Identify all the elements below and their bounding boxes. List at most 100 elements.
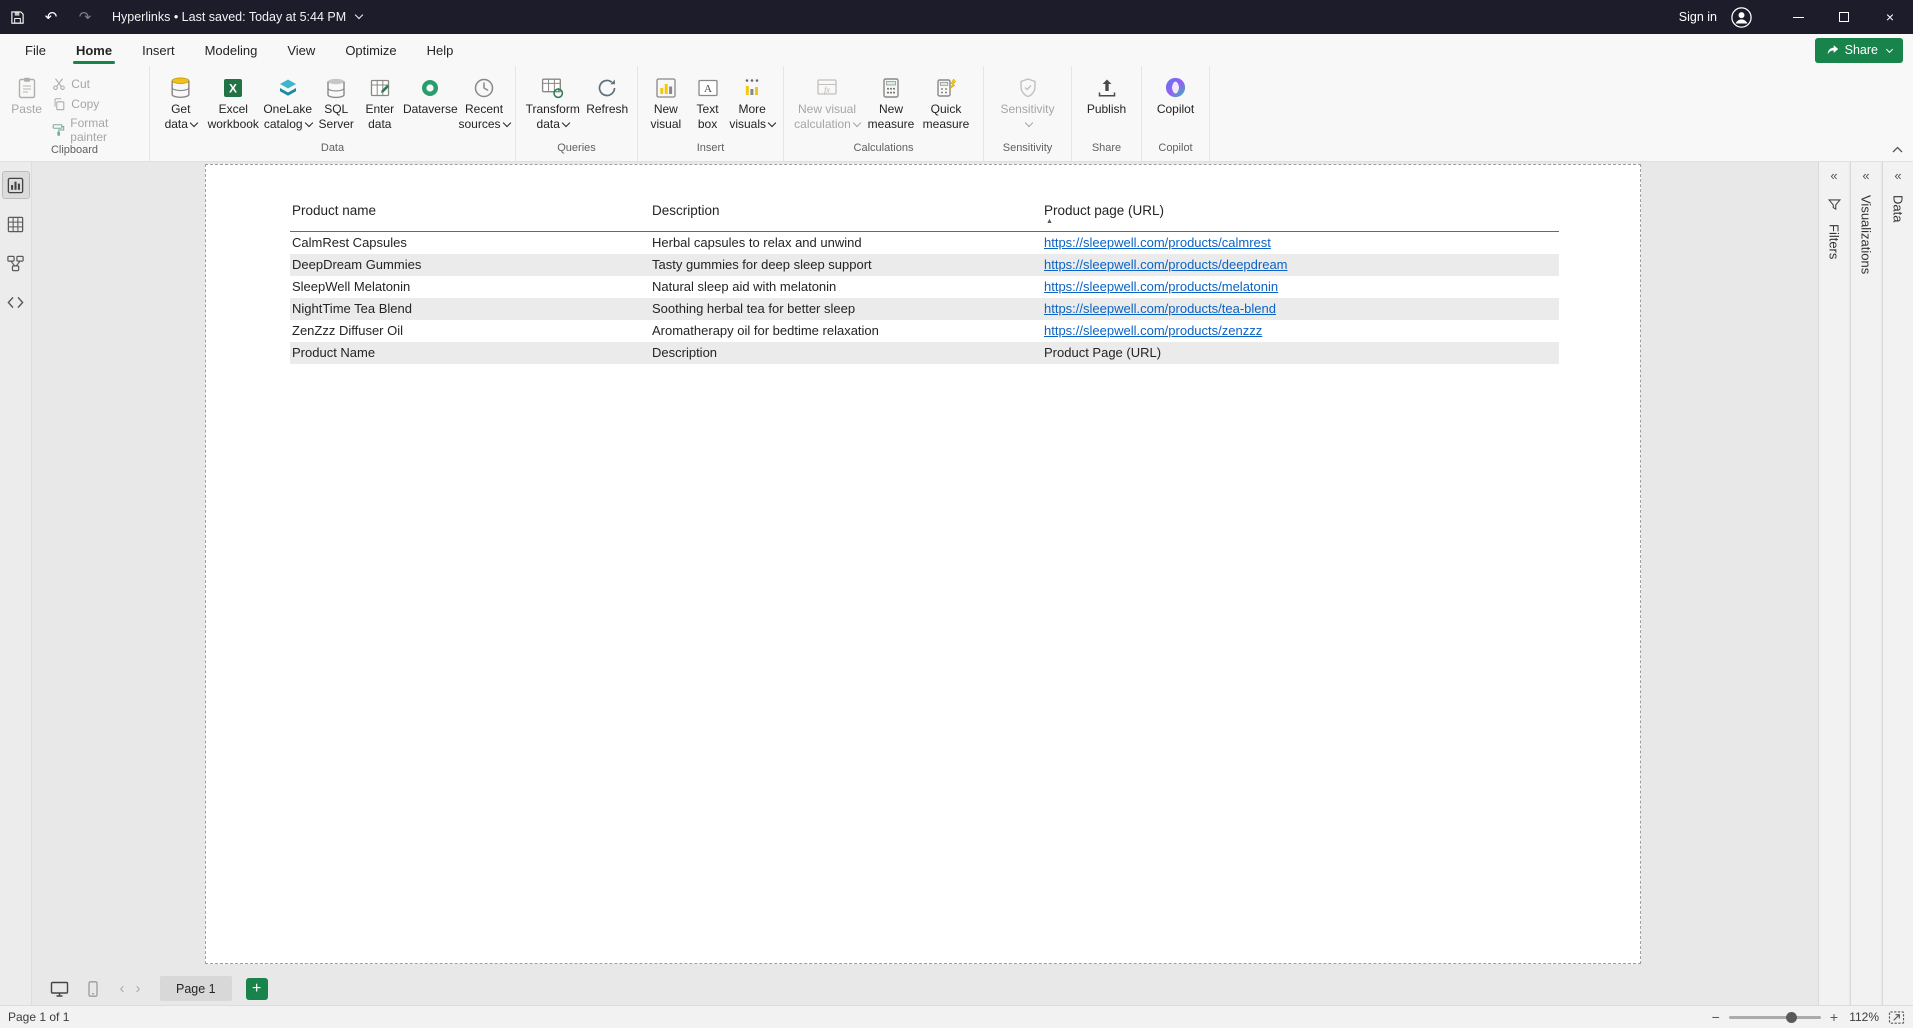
expand-visualizations-pane-icon[interactable]: « [1862, 168, 1869, 183]
filters-pane-title[interactable]: Filters [1827, 224, 1842, 259]
new-visual-button[interactable]: New visual [644, 71, 688, 134]
minimize-button[interactable] [1775, 0, 1821, 34]
share-button[interactable]: Share [1815, 38, 1903, 63]
account-avatar[interactable] [1729, 5, 1753, 29]
ribbon-group-share: Publish Share [1072, 66, 1142, 161]
group-label-share: Share [1072, 142, 1141, 161]
menu-view[interactable]: View [272, 34, 330, 66]
publish-button[interactable]: Publish [1079, 71, 1135, 134]
maximize-button[interactable] [1821, 0, 1867, 34]
copilot-button[interactable]: Copilot [1148, 71, 1203, 134]
enter-data-label-2: data [368, 117, 391, 131]
paste-icon [13, 74, 40, 101]
get-data-label-1: Get [171, 102, 190, 116]
ribbon-group-calculations: fx New visual calculation New measure [784, 66, 984, 161]
copilot-label-1: Copilot [1157, 102, 1194, 116]
table-visual[interactable]: Product name Description Product page (U… [290, 201, 1559, 364]
previous-page-button[interactable]: ‹ [114, 980, 130, 997]
excel-workbook-button[interactable]: X Excel workbook [206, 71, 261, 134]
product-url-link[interactable]: https://sleepwell.com/products/melatonin [1044, 279, 1278, 294]
format-painter-label: Format painter [70, 116, 143, 144]
cut-button[interactable]: Cut [51, 76, 143, 91]
group-label-data: Data [150, 142, 515, 161]
format-painter-button[interactable]: Format painter [51, 116, 143, 144]
product-url-link[interactable]: https://sleepwell.com/products/calmrest [1044, 235, 1271, 250]
sign-in-link[interactable]: Sign in [1679, 10, 1717, 24]
recent-sources-label-2: sources [459, 117, 501, 131]
quick-measure-icon [933, 74, 960, 101]
sensitivity-button[interactable]: Sensitivity [991, 71, 1065, 134]
menu-file[interactable]: File [10, 34, 61, 66]
report-canvas[interactable]: Product name Description Product page (U… [32, 162, 1818, 972]
product-url-link[interactable]: https://sleepwell.com/products/tea-blend [1044, 301, 1276, 316]
column-header-product-page-url[interactable]: Product page (URL) ▲ [1042, 201, 1559, 231]
expand-data-pane-icon[interactable]: « [1894, 168, 1901, 183]
document-title-text: Hyperlinks • Last saved: Today at 5:44 P… [112, 10, 346, 24]
new-measure-button[interactable]: New measure [864, 71, 918, 134]
redo-button[interactable]: ↷ [68, 0, 102, 34]
zoom-in-button[interactable]: + [1830, 1009, 1838, 1025]
undo-button[interactable]: ↶ [34, 0, 68, 34]
menu-optimize[interactable]: Optimize [330, 34, 411, 66]
more-visuals-button[interactable]: More visuals [727, 71, 777, 134]
new-visual-calculation-label-2: calculation [794, 117, 851, 131]
collapse-ribbon-button[interactable] [1892, 146, 1903, 153]
desktop-layout-button[interactable] [46, 977, 72, 1001]
save-button[interactable] [0, 0, 34, 34]
ribbon-group-sensitivity: Sensitivity Sensitivity [984, 66, 1072, 161]
cell-description: Herbal capsules to relax and unwind [650, 232, 1042, 254]
copy-button[interactable]: Copy [51, 96, 143, 111]
visualizations-pane-title[interactable]: Visualizations [1859, 195, 1874, 274]
new-visual-calculation-label-1: New visual [798, 102, 856, 116]
table-header-row: Product name Description Product page (U… [290, 201, 1559, 232]
menu-insert[interactable]: Insert [127, 34, 190, 66]
zoom-slider[interactable] [1729, 1010, 1821, 1024]
model-view-button[interactable] [3, 250, 29, 276]
data-pane-title[interactable]: Data [1891, 195, 1906, 222]
column-header-product-name[interactable]: Product name [290, 201, 650, 231]
dax-query-view-button[interactable] [3, 289, 29, 315]
side-panes: « Filters « Visualizations « Data [1818, 162, 1913, 1005]
fit-to-page-button[interactable] [1888, 1010, 1905, 1025]
get-data-button[interactable]: Get data [156, 71, 206, 134]
column-header-description[interactable]: Description [650, 201, 1042, 231]
page-tab-page-1[interactable]: Page 1 [160, 976, 232, 1001]
excel-workbook-icon: X [220, 74, 247, 101]
text-box-label-1: Text [697, 102, 719, 116]
new-page-button[interactable]: + [246, 978, 268, 1000]
zoom-out-button[interactable]: − [1712, 1009, 1720, 1025]
next-page-button[interactable]: › [130, 980, 146, 997]
menu-home[interactable]: Home [61, 34, 127, 66]
menu-modeling[interactable]: Modeling [190, 34, 273, 66]
dataverse-button[interactable]: Dataverse [402, 71, 459, 134]
product-url-link[interactable]: https://sleepwell.com/products/zenzzz [1044, 323, 1262, 338]
product-url-link[interactable]: https://sleepwell.com/products/deepdream [1044, 257, 1288, 272]
paste-button[interactable]: Paste [6, 71, 47, 119]
expand-filters-pane-icon[interactable]: « [1830, 168, 1837, 183]
cell-product-name: ZenZzz Diffuser Oil [290, 320, 650, 342]
enter-data-button[interactable]: Enter data [358, 71, 402, 134]
group-label-calculations: Calculations [784, 142, 983, 161]
report-view-button[interactable] [3, 172, 29, 198]
table-row: DeepDream Gummies Tasty gummies for deep… [290, 254, 1559, 276]
cell-description: Aromatherapy oil for bedtime relaxation [650, 320, 1042, 342]
mobile-layout-button[interactable] [80, 977, 106, 1001]
refresh-button[interactable]: Refresh [583, 71, 631, 134]
zoom-slider-thumb[interactable] [1786, 1012, 1797, 1023]
new-visual-calculation-button[interactable]: fx New visual calculation [790, 71, 864, 134]
table-row: Product Name Description Product Page (U… [290, 342, 1559, 364]
sql-server-button[interactable]: SQL Server [314, 71, 358, 134]
close-button[interactable]: × [1867, 0, 1913, 34]
transform-data-button[interactable]: Transform data [522, 71, 583, 134]
document-title[interactable]: Hyperlinks • Last saved: Today at 5:44 P… [112, 10, 362, 24]
table-view-button[interactable] [3, 211, 29, 237]
quick-measure-label-2: measure [923, 117, 970, 131]
report-page[interactable]: Product name Description Product page (U… [205, 164, 1641, 964]
recent-sources-button[interactable]: Recent sources [459, 71, 509, 134]
zoom-slider-track [1729, 1016, 1821, 1019]
ribbon-group-queries: Transform data Refresh Queries [516, 66, 638, 161]
text-box-button[interactable]: A Text box [688, 71, 728, 134]
onelake-catalog-button[interactable]: OneLake catalog [261, 71, 314, 134]
menu-help[interactable]: Help [412, 34, 469, 66]
quick-measure-button[interactable]: Quick measure [918, 71, 974, 134]
